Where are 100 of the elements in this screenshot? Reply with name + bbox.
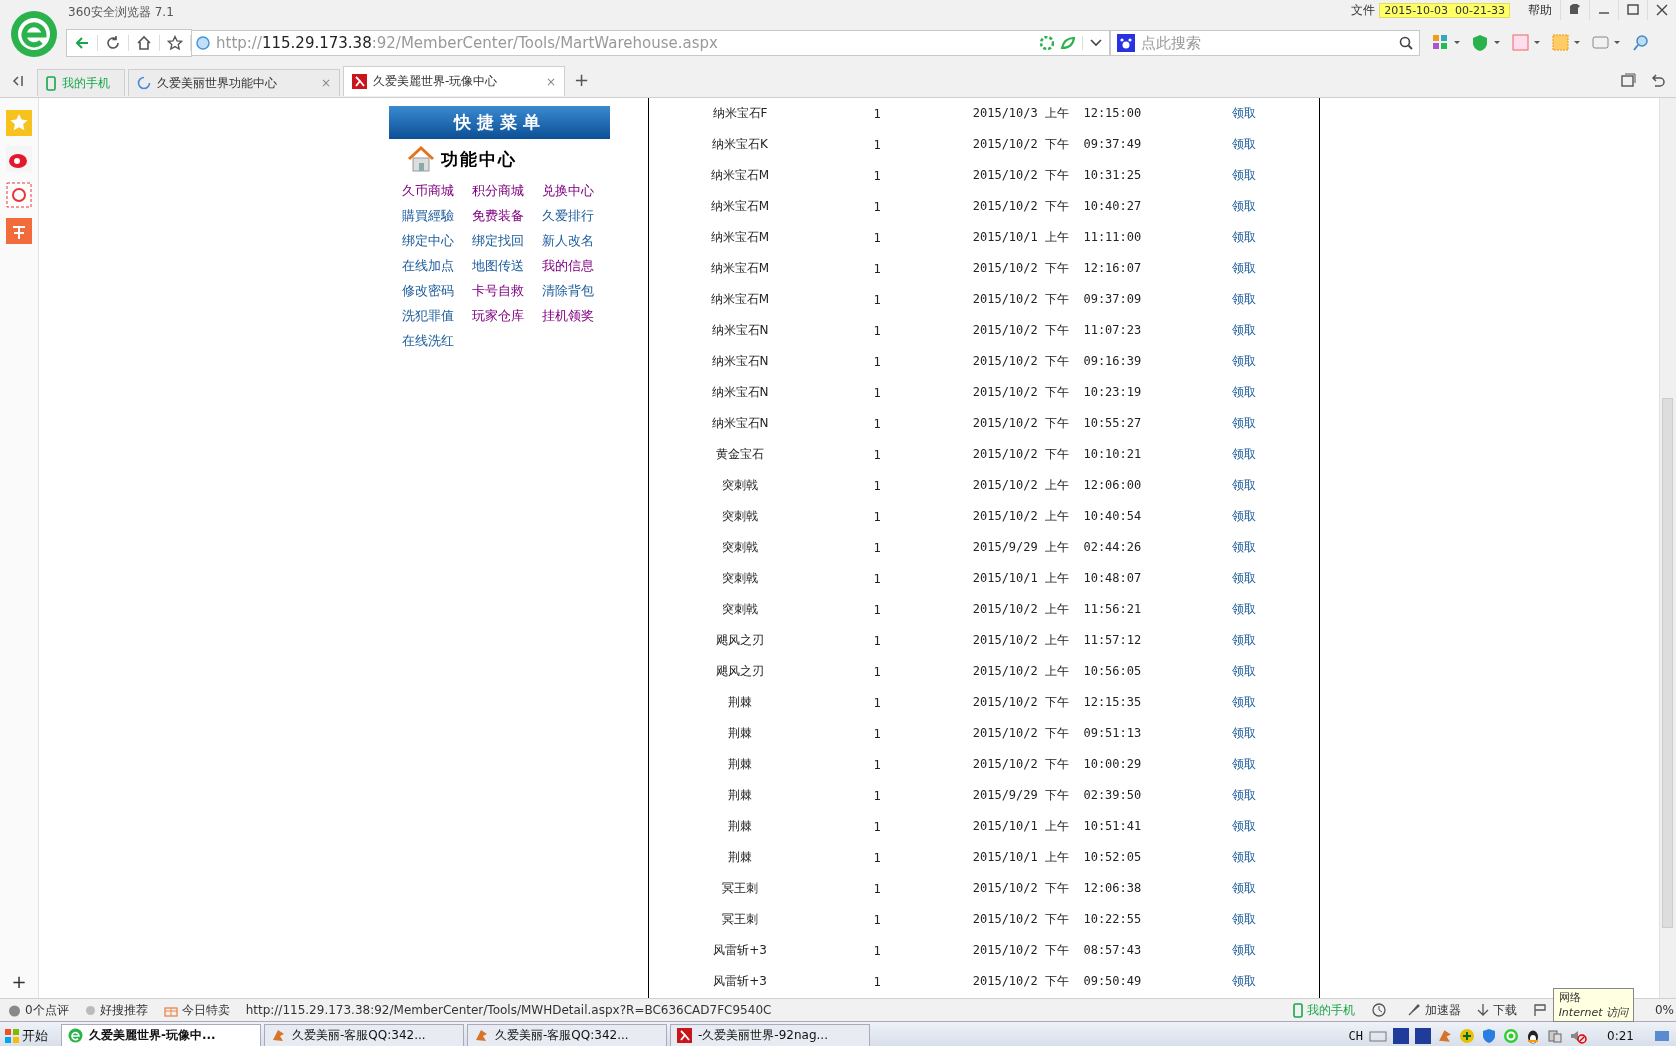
start-button[interactable]: 开始 [0, 1023, 58, 1046]
plus-circle-icon[interactable] [1459, 1027, 1476, 1044]
circle-icon[interactable] [1503, 1027, 1520, 1044]
flag-icon[interactable] [1532, 1003, 1547, 1017]
discount-icon[interactable] [6, 218, 32, 244]
claim-link[interactable]: 领取 [1232, 942, 1256, 959]
status-text[interactable]: 好搜推荐 [99, 1001, 148, 1019]
claim-link[interactable]: 领取 [1232, 570, 1256, 587]
claim-link[interactable]: 领取 [1232, 198, 1256, 215]
window-icon[interactable] [1620, 73, 1636, 89]
menu-link[interactable]: 绑定中心 [402, 232, 472, 250]
tray-app-icon[interactable] [1415, 1027, 1432, 1044]
claim-link[interactable]: 领取 [1232, 694, 1256, 711]
claim-link[interactable]: 领取 [1232, 508, 1256, 525]
close-tab-button[interactable]: × [545, 74, 556, 89]
claim-link[interactable]: 领取 [1232, 384, 1256, 401]
menu-link[interactable]: 修改密码 [402, 282, 472, 300]
search-icon[interactable] [1399, 36, 1413, 50]
claim-link[interactable]: 领取 [1232, 756, 1256, 773]
scrollbar[interactable] [1659, 98, 1676, 998]
language-indicator[interactable]: CH [1348, 1028, 1364, 1043]
status-text[interactable]: 今日特卖 [181, 1001, 230, 1019]
taskbar-button[interactable]: 久爱美丽-客服QQ:342... [467, 1024, 667, 1046]
taskbar-button[interactable]: 久爱美麗世界-玩像中... [61, 1024, 261, 1046]
menu-link[interactable]: 在线加点 [402, 257, 472, 275]
claim-link[interactable]: 领取 [1232, 601, 1256, 618]
claim-link[interactable]: 领取 [1232, 322, 1256, 339]
menu-link[interactable]: 玩家仓库 [472, 307, 542, 325]
claim-link[interactable]: 领取 [1232, 477, 1256, 494]
zoom-level[interactable]: 0% [1654, 1003, 1674, 1017]
browser-tab[interactable]: 久爱美丽世界功能中心 × [128, 69, 340, 96]
search-field[interactable]: 点此搜索 [1139, 33, 1395, 53]
browser-tab[interactable]: 久爱美麗世界-玩像中心 × [343, 66, 565, 96]
menu-item[interactable]: 帮助 [1528, 2, 1552, 19]
claim-link[interactable]: 领取 [1232, 725, 1256, 742]
claim-link[interactable]: 领取 [1232, 291, 1256, 308]
dot-icon [84, 1004, 96, 1016]
claim-link[interactable]: 领取 [1232, 353, 1256, 370]
table-cell: 2015/10/2 上午 11:57:12 [972, 632, 1142, 649]
magnifier-icon[interactable] [1632, 34, 1650, 52]
shield-icon[interactable] [1481, 1027, 1498, 1044]
table-cell: 1 [873, 695, 881, 710]
search-bar[interactable]: 点此搜索 [1110, 30, 1420, 56]
menu-link[interactable]: 久币商城 [402, 182, 472, 200]
table-cell: 冥王刺 [722, 911, 758, 928]
table-cell: 2015/10/2 下午 10:31:25 [972, 167, 1142, 184]
screenshot-icon[interactable] [1552, 34, 1582, 52]
menu-link[interactable]: 久爱排行 [542, 207, 612, 225]
add-button[interactable]: + [11, 971, 27, 992]
menu-link[interactable]: 兑换中心 [542, 182, 612, 200]
leaf-icon[interactable] [1060, 36, 1076, 50]
table-cell: 1 [873, 509, 881, 524]
menu-link[interactable]: 绑定找回 [472, 232, 542, 250]
menu-link[interactable]: 洗犯罪值 [402, 307, 472, 325]
claim-link[interactable]: 领取 [1232, 849, 1256, 866]
new-tab-button[interactable]: + [568, 69, 596, 96]
menu-link[interactable]: 清除背包 [542, 282, 612, 300]
claim-link[interactable]: 领取 [1232, 911, 1256, 928]
status-text[interactable]: 加速器 [1424, 1001, 1461, 1019]
menu-link[interactable]: 积分商城 [472, 182, 542, 200]
claim-link[interactable]: 领取 [1232, 167, 1256, 184]
shield-icon[interactable] [1472, 34, 1502, 52]
status-text[interactable]: 下载 [1492, 1001, 1517, 1019]
menu-link[interactable]: 我的信息 [542, 257, 612, 275]
table-cell: 1 [873, 726, 881, 741]
claim-link[interactable]: 领取 [1232, 663, 1256, 680]
menu-link[interactable]: 新人改名 [542, 232, 612, 250]
claim-link[interactable]: 领取 [1232, 260, 1256, 277]
claim-link[interactable]: 领取 [1232, 539, 1256, 556]
claim-link[interactable]: 领取 [1232, 415, 1256, 432]
claim-link[interactable]: 领取 [1232, 632, 1256, 649]
menu-link[interactable]: 卡号自救 [472, 282, 542, 300]
claim-link[interactable]: 领取 [1232, 229, 1256, 246]
tray-app-icon[interactable] [1393, 1027, 1410, 1044]
claim-link[interactable]: 领取 [1232, 818, 1256, 835]
claim-link[interactable]: 领取 [1232, 105, 1256, 122]
taskbar-button[interactable]: -久爱美丽世界-92nag... [670, 1024, 870, 1046]
menu-link[interactable]: 免费装备 [472, 207, 542, 225]
undo-icon[interactable] [1650, 73, 1666, 89]
history-icon[interactable] [1370, 1002, 1387, 1018]
mail-icon[interactable] [6, 182, 32, 208]
address-field[interactable]: http://115.29.173.38:92/MemberCenter/Tools/MartWarehouse.aspx [192, 30, 1110, 56]
menu-link[interactable]: 挂机领奖 [542, 307, 612, 325]
phone-icon[interactable] [1292, 1002, 1303, 1018]
menu-link[interactable]: 在线洗红 [402, 332, 472, 350]
claim-link[interactable]: 领取 [1232, 136, 1256, 153]
table-cell: 1 [873, 633, 881, 648]
menu-link[interactable]: 地图传送 [472, 257, 542, 275]
claim-link[interactable]: 领取 [1232, 973, 1256, 990]
menu-link[interactable]: 購買經驗 [402, 207, 472, 225]
menu-item[interactable]: 文件 [1351, 2, 1376, 19]
claim-link[interactable]: 领取 [1232, 787, 1256, 804]
apps-icon[interactable] [1432, 34, 1462, 52]
network-icon[interactable] [1547, 1027, 1564, 1044]
table-cell: 1 [873, 106, 881, 121]
taskbar-button[interactable]: 久爱美丽-客服QQ:342... [264, 1024, 464, 1046]
status-text[interactable]: 0个点评 [25, 1001, 69, 1019]
claim-link[interactable]: 领取 [1232, 446, 1256, 463]
table-cell: 1 [873, 912, 881, 927]
claim-link[interactable]: 领取 [1232, 880, 1256, 897]
